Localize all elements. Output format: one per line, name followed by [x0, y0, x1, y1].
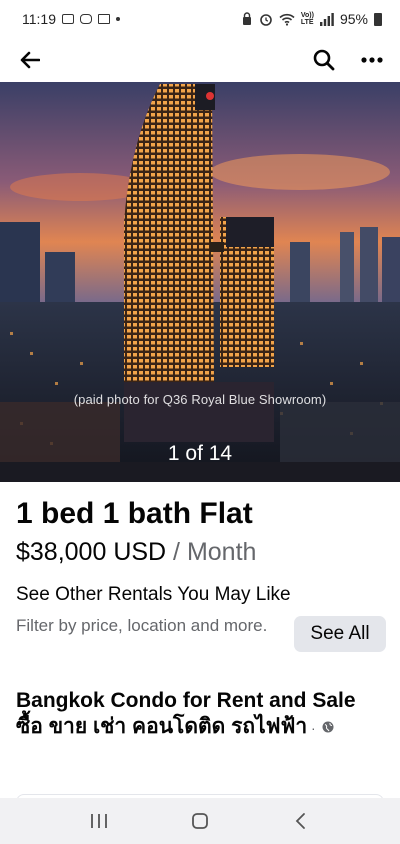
more-dots-icon: [361, 57, 383, 63]
system-nav-bar: [0, 798, 400, 844]
recent-apps-icon: [90, 814, 107, 828]
alarm-lock-icon: [242, 12, 251, 25]
recent-apps-button[interactable]: [79, 801, 119, 841]
other-rentals-section: See Other Rentals You May Like Filter by…: [16, 582, 386, 682]
listing-price: $38,000 USD: [16, 538, 167, 566]
status-left: 11:19: [22, 11, 120, 27]
back-button[interactable]: [16, 46, 44, 74]
home-button[interactable]: [180, 801, 220, 841]
group-link[interactable]: Bangkok Condo for Rent and Sale ซื้อ ขาย…: [16, 688, 384, 741]
globe-icon: [322, 721, 334, 733]
home-icon: [192, 813, 208, 829]
wifi-icon: [279, 13, 295, 26]
status-time: 11:19: [22, 11, 56, 27]
search-icon: [313, 49, 335, 71]
photo-counter: 1 of 14: [167, 442, 233, 465]
gallery-notification-icon: [62, 14, 74, 24]
alarm-icon: [260, 14, 272, 26]
back-nav-button[interactable]: [281, 801, 321, 841]
search-button[interactable]: [310, 46, 338, 74]
app-bar-actions: [310, 46, 386, 74]
signal-icon: [319, 12, 334, 26]
more-options-button[interactable]: [358, 46, 386, 74]
battery-icon: [374, 12, 382, 26]
volte-indicator: Vo)) LTE: [300, 12, 314, 26]
listing-details: 1 bed 1 bath Flat $38,000 USD / Month Se…: [0, 482, 400, 741]
arrow-left-icon: [20, 51, 40, 69]
status-bar: 11:19 Vo)) LTE 95%: [0, 0, 400, 38]
app-bar: [0, 38, 400, 82]
other-rentals-title: See Other Rentals You May Like: [16, 584, 291, 605]
separator-dot: ·: [307, 720, 320, 736]
mail-notification-icon: [98, 14, 110, 24]
battery-percent: 95%: [339, 11, 368, 27]
status-right: Vo)) LTE 95%: [241, 11, 382, 27]
photo-caption: (paid photo for Q36 Royal Blue Showroom): [73, 392, 327, 407]
price-period: / Month: [166, 538, 257, 566]
listing-photo[interactable]: (paid photo for Q36 Royal Blue Showroom)…: [0, 82, 400, 482]
group-name[interactable]: Bangkok Condo for Rent and Sale ซื้อ ขาย…: [16, 689, 356, 738]
instagram-notification-icon: [80, 14, 92, 24]
price-row: $38,000 USD / Month: [16, 536, 384, 568]
listing-title: 1 bed 1 bath Flat: [16, 497, 253, 530]
condo-tower-photo: [0, 82, 400, 482]
see-all-button[interactable]: See All: [294, 616, 386, 652]
chevron-left-icon: [296, 813, 306, 829]
other-rentals-subtitle: Filter by price, location and more.: [16, 616, 268, 635]
more-notifications-icon: [116, 17, 120, 21]
